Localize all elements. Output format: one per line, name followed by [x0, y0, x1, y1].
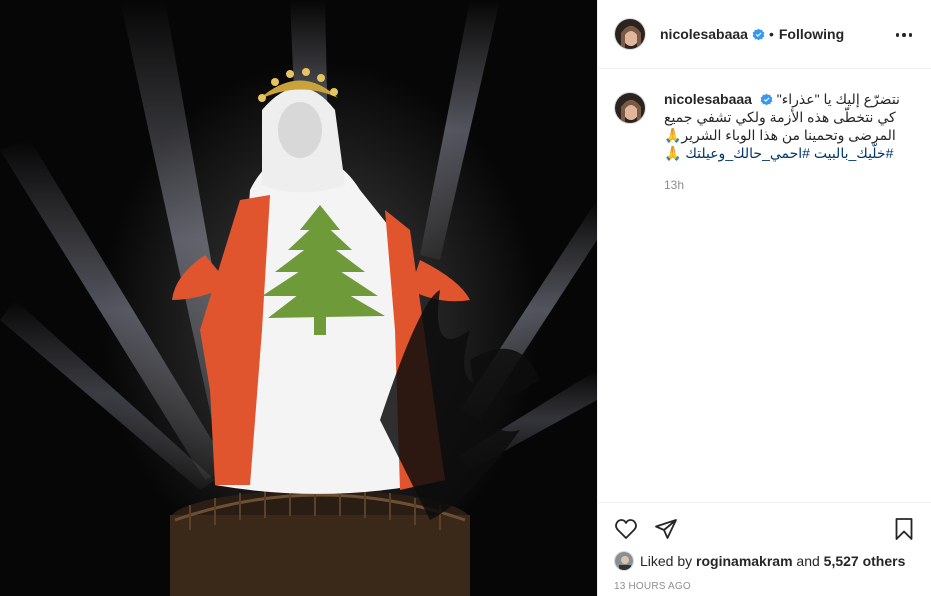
post-image[interactable] [0, 0, 597, 596]
verified-badge-icon [760, 93, 773, 106]
face [278, 102, 322, 158]
username-link[interactable]: nicolesabaaa [660, 26, 748, 42]
verified-badge-icon [752, 28, 765, 40]
liked-by-user[interactable]: roginamakram [696, 553, 792, 569]
heart-icon[interactable] [612, 515, 640, 543]
separator-dot: • [768, 26, 774, 42]
bookmark-icon[interactable] [890, 515, 918, 543]
likes-count[interactable]: 5,527 others [824, 553, 906, 569]
action-bar: Liked by roginamakram and 5,527 others 1… [598, 502, 931, 596]
pedestal [170, 515, 470, 596]
more-options-icon[interactable] [892, 23, 916, 47]
caption-line: نتضرّع إليك يا "عذراء" [776, 91, 900, 107]
caption-time: 13h [664, 178, 685, 192]
following-button[interactable]: Following [779, 26, 844, 42]
paper-plane-icon[interactable] [652, 515, 680, 543]
caption-line: المرضى وتحمينا من هذا الوباء الشرير🙏 [664, 127, 896, 143]
likes-summary: Liked by roginamakram and 5,527 others [614, 551, 905, 571]
liked-by-and: and [796, 553, 820, 569]
statue-illustration [0, 0, 597, 596]
post-timestamp[interactable]: 13 HOURS AGO [614, 581, 691, 592]
caption-hashtags[interactable]: #خلّيك_بالبيت #احمي_حالك_وعيلتك 🙏 [664, 144, 919, 162]
caption-avatar[interactable] [614, 92, 646, 124]
liked-by-prefix: Liked by [640, 553, 693, 569]
avatar[interactable] [614, 18, 646, 50]
caption-line: كي نتخطّى هذه الأزمة ولكي تشفي جميع [664, 109, 896, 125]
caption-username[interactable]: nicolesabaaa [664, 91, 752, 107]
liker-avatar[interactable] [614, 551, 634, 571]
post-header: nicolesabaaa • Following [598, 0, 931, 69]
caption-body: nicolesabaaa نتضرّع إليك يا "عذراء" كي ن… [664, 90, 919, 194]
post-detail-panel: nicolesabaaa • Following nicolesabaaa نت… [597, 0, 931, 596]
